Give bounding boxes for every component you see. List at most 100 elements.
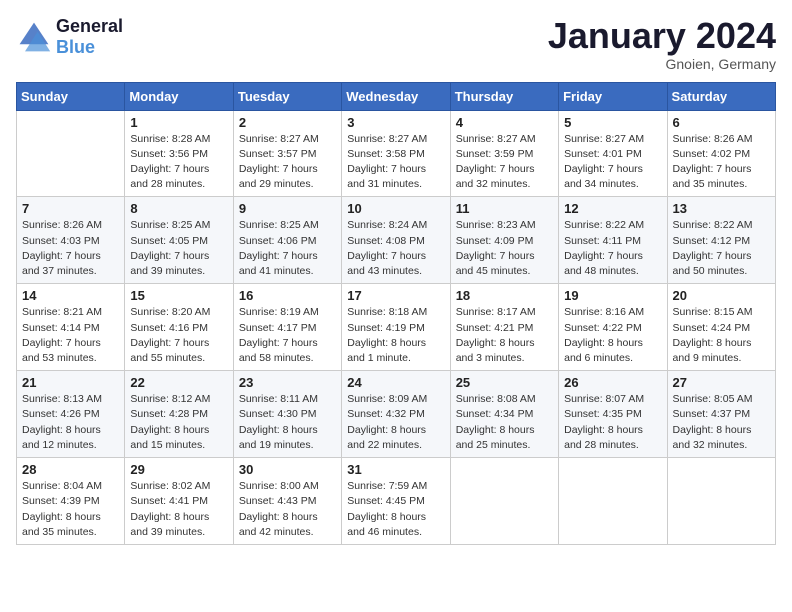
day-number: 21 [22,375,119,390]
calendar-cell: 3 Sunrise: 8:27 AMSunset: 3:58 PMDayligh… [342,110,450,197]
calendar-cell [667,458,775,545]
day-header-thursday: Thursday [450,82,558,110]
day-number: 23 [239,375,336,390]
day-info: Sunrise: 8:27 AMSunset: 3:59 PMDaylight:… [456,132,553,193]
day-info: Sunrise: 8:23 AMSunset: 4:09 PMDaylight:… [456,218,553,279]
page-header: General Blue January 2024 Gnoien, German… [16,16,776,72]
day-number: 29 [130,462,227,477]
day-info: Sunrise: 8:19 AMSunset: 4:17 PMDaylight:… [239,305,336,366]
calendar-cell: 16 Sunrise: 8:19 AMSunset: 4:17 PMDaylig… [233,284,341,371]
day-number: 30 [239,462,336,477]
day-info: Sunrise: 8:27 AMSunset: 4:01 PMDaylight:… [564,132,661,193]
day-info: Sunrise: 8:15 AMSunset: 4:24 PMDaylight:… [673,305,770,366]
day-number: 25 [456,375,553,390]
day-info: Sunrise: 8:25 AMSunset: 4:06 PMDaylight:… [239,218,336,279]
calendar-cell [450,458,558,545]
day-number: 18 [456,288,553,303]
calendar-cell: 8 Sunrise: 8:25 AMSunset: 4:05 PMDayligh… [125,197,233,284]
day-info: Sunrise: 8:00 AMSunset: 4:43 PMDaylight:… [239,479,336,540]
day-info: Sunrise: 8:20 AMSunset: 4:16 PMDaylight:… [130,305,227,366]
day-number: 26 [564,375,661,390]
calendar-cell: 9 Sunrise: 8:25 AMSunset: 4:06 PMDayligh… [233,197,341,284]
day-number: 28 [22,462,119,477]
calendar-cell: 19 Sunrise: 8:16 AMSunset: 4:22 PMDaylig… [559,284,667,371]
day-info: Sunrise: 8:21 AMSunset: 4:14 PMDaylight:… [22,305,119,366]
day-info: Sunrise: 8:07 AMSunset: 4:35 PMDaylight:… [564,392,661,453]
calendar-cell: 2 Sunrise: 8:27 AMSunset: 3:57 PMDayligh… [233,110,341,197]
day-number: 5 [564,115,661,130]
day-info: Sunrise: 8:25 AMSunset: 4:05 PMDaylight:… [130,218,227,279]
calendar-cell: 4 Sunrise: 8:27 AMSunset: 3:59 PMDayligh… [450,110,558,197]
calendar-week-1: 1 Sunrise: 8:28 AMSunset: 3:56 PMDayligh… [17,110,776,197]
day-number: 10 [347,201,444,216]
day-number: 3 [347,115,444,130]
calendar-cell: 31 Sunrise: 7:59 AMSunset: 4:45 PMDaylig… [342,458,450,545]
logo-text: General Blue [56,16,123,58]
day-header-saturday: Saturday [667,82,775,110]
day-info: Sunrise: 8:08 AMSunset: 4:34 PMDaylight:… [456,392,553,453]
month-title: January 2024 [548,16,776,56]
calendar-cell: 1 Sunrise: 8:28 AMSunset: 3:56 PMDayligh… [125,110,233,197]
calendar-cell: 15 Sunrise: 8:20 AMSunset: 4:16 PMDaylig… [125,284,233,371]
calendar-cell: 11 Sunrise: 8:23 AMSunset: 4:09 PMDaylig… [450,197,558,284]
day-info: Sunrise: 8:18 AMSunset: 4:19 PMDaylight:… [347,305,444,366]
calendar-cell: 13 Sunrise: 8:22 AMSunset: 4:12 PMDaylig… [667,197,775,284]
day-info: Sunrise: 8:11 AMSunset: 4:30 PMDaylight:… [239,392,336,453]
day-number: 16 [239,288,336,303]
calendar-cell: 26 Sunrise: 8:07 AMSunset: 4:35 PMDaylig… [559,371,667,458]
calendar-body: 1 Sunrise: 8:28 AMSunset: 3:56 PMDayligh… [17,110,776,544]
day-info: Sunrise: 8:16 AMSunset: 4:22 PMDaylight:… [564,305,661,366]
calendar-cell: 28 Sunrise: 8:04 AMSunset: 4:39 PMDaylig… [17,458,125,545]
day-info: Sunrise: 8:04 AMSunset: 4:39 PMDaylight:… [22,479,119,540]
day-number: 15 [130,288,227,303]
calendar-cell: 24 Sunrise: 8:09 AMSunset: 4:32 PMDaylig… [342,371,450,458]
day-number: 11 [456,201,553,216]
day-header-monday: Monday [125,82,233,110]
calendar-cell [17,110,125,197]
calendar-cell: 17 Sunrise: 8:18 AMSunset: 4:19 PMDaylig… [342,284,450,371]
day-number: 19 [564,288,661,303]
day-number: 22 [130,375,227,390]
calendar-cell: 22 Sunrise: 8:12 AMSunset: 4:28 PMDaylig… [125,371,233,458]
day-number: 6 [673,115,770,130]
logo: General Blue [16,16,123,58]
day-info: Sunrise: 8:26 AMSunset: 4:03 PMDaylight:… [22,218,119,279]
day-number: 7 [22,201,119,216]
day-header-sunday: Sunday [17,82,125,110]
calendar-cell: 25 Sunrise: 8:08 AMSunset: 4:34 PMDaylig… [450,371,558,458]
day-info: Sunrise: 8:17 AMSunset: 4:21 PMDaylight:… [456,305,553,366]
day-number: 1 [130,115,227,130]
calendar-header: SundayMondayTuesdayWednesdayThursdayFrid… [17,82,776,110]
day-number: 9 [239,201,336,216]
day-number: 17 [347,288,444,303]
day-info: Sunrise: 7:59 AMSunset: 4:45 PMDaylight:… [347,479,444,540]
day-info: Sunrise: 8:13 AMSunset: 4:26 PMDaylight:… [22,392,119,453]
calendar-week-5: 28 Sunrise: 8:04 AMSunset: 4:39 PMDaylig… [17,458,776,545]
day-info: Sunrise: 8:22 AMSunset: 4:12 PMDaylight:… [673,218,770,279]
calendar-cell: 27 Sunrise: 8:05 AMSunset: 4:37 PMDaylig… [667,371,775,458]
day-number: 14 [22,288,119,303]
calendar-week-4: 21 Sunrise: 8:13 AMSunset: 4:26 PMDaylig… [17,371,776,458]
calendar-cell: 12 Sunrise: 8:22 AMSunset: 4:11 PMDaylig… [559,197,667,284]
day-number: 31 [347,462,444,477]
calendar-cell [559,458,667,545]
day-header-wednesday: Wednesday [342,82,450,110]
day-info: Sunrise: 8:09 AMSunset: 4:32 PMDaylight:… [347,392,444,453]
day-info: Sunrise: 8:02 AMSunset: 4:41 PMDaylight:… [130,479,227,540]
calendar-cell: 29 Sunrise: 8:02 AMSunset: 4:41 PMDaylig… [125,458,233,545]
location-subtitle: Gnoien, Germany [548,56,776,72]
calendar-cell: 14 Sunrise: 8:21 AMSunset: 4:14 PMDaylig… [17,284,125,371]
calendar-cell: 20 Sunrise: 8:15 AMSunset: 4:24 PMDaylig… [667,284,775,371]
day-info: Sunrise: 8:27 AMSunset: 3:57 PMDaylight:… [239,132,336,193]
calendar-week-3: 14 Sunrise: 8:21 AMSunset: 4:14 PMDaylig… [17,284,776,371]
calendar-cell: 23 Sunrise: 8:11 AMSunset: 4:30 PMDaylig… [233,371,341,458]
day-info: Sunrise: 8:24 AMSunset: 4:08 PMDaylight:… [347,218,444,279]
day-header-friday: Friday [559,82,667,110]
calendar-cell: 30 Sunrise: 8:00 AMSunset: 4:43 PMDaylig… [233,458,341,545]
calendar-week-2: 7 Sunrise: 8:26 AMSunset: 4:03 PMDayligh… [17,197,776,284]
calendar-table: SundayMondayTuesdayWednesdayThursdayFrid… [16,82,776,545]
day-number: 12 [564,201,661,216]
day-number: 13 [673,201,770,216]
title-block: January 2024 Gnoien, Germany [548,16,776,72]
logo-icon [16,19,52,55]
